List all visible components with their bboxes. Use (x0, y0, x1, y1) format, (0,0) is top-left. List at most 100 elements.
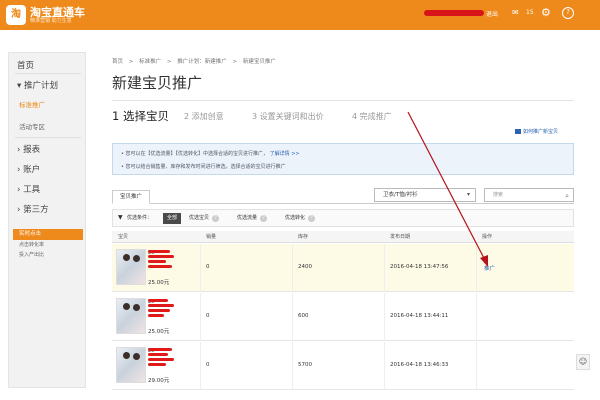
divider (384, 244, 385, 292)
tip-text: 您可以在【优选流量】【优选转化】中选择合适的宝贝进行推广， (125, 151, 269, 157)
search-icon[interactable]: ⌕ (565, 190, 569, 202)
column-header-stock[interactable]: 库存 (298, 233, 308, 240)
table-row[interactable]: 20 25.00元 0 2400 2016-04-18 13:47:56 推广 (112, 244, 574, 292)
table-row[interactable]: 20 25.00元 0 600 2016-04-18 13:44:11 (112, 293, 574, 341)
breadcrumb-home[interactable]: 首页 (112, 59, 123, 65)
chevron-down-icon: ▾ (466, 191, 470, 198)
search-input[interactable]: 搜索 ⌕ (484, 188, 574, 202)
sidebar-subitem-standard[interactable]: 标准推广 (19, 99, 45, 109)
sidebar-item-label: 工具 (23, 185, 41, 195)
question-icon[interactable]: ? (212, 215, 220, 222)
item-price: 25.00元 (148, 280, 170, 286)
learn-more-link[interactable]: 了解详情 >> (270, 151, 300, 157)
column-header-action: 操作 (482, 234, 493, 240)
how-to-promote-label: 如何推广新宝贝 (523, 129, 559, 135)
date-value: 2016-04-18 13:44:11 (390, 313, 449, 319)
divider (476, 244, 477, 292)
filter-chip-preferred-conversion[interactable]: 优选转化? (281, 213, 319, 224)
sidebar-item-tools[interactable]: › 工具 (17, 183, 40, 195)
gear-icon[interactable]: ⚙ (541, 7, 551, 19)
step-keywords-bid: 3 设置关键词和出价 (252, 112, 324, 121)
chip-label: 优选宝贝 (189, 215, 210, 221)
divider (200, 342, 201, 390)
filter-chip-preferred-traffic[interactable]: 优选流量? (233, 213, 271, 224)
divider (292, 244, 293, 292)
question-icon[interactable]: ? (308, 215, 316, 222)
sidebar-subitem-events[interactable]: 活动专区 (19, 121, 45, 131)
logout-link[interactable]: 退出 (486, 9, 498, 18)
divider (384, 342, 385, 390)
page-title: 新建宝贝推广 (112, 74, 203, 92)
column-header-item: 宝贝 (118, 234, 129, 240)
divider (476, 293, 477, 341)
sidebar-item-campaigns[interactable]: ▾ 推广计划 (17, 79, 58, 91)
divider (112, 100, 574, 101)
sidebar: 首页 ▾ 推广计划 标准推广 活动专区 › 报表 › 账户 › 工具 › 第三方… (8, 52, 86, 388)
sidebar-item-label: 报表 (23, 145, 41, 155)
sales-value: 0 (206, 313, 210, 319)
item-price: 25.00元 (148, 329, 170, 335)
tip-line: • 您可以结合销售量、库存和发布时间进行筛选，选择合适的宝贝进行推广 (121, 164, 286, 170)
divider (200, 244, 201, 292)
step-select-item: 1 选择宝贝 (112, 109, 169, 123)
breadcrumb-plan[interactable]: 推广计划：新建推广 (177, 59, 227, 65)
top-bar: 淘 淘宝直通车 精准营销 助力生意 退出 ✉ 15 ⚙ ? (0, 0, 600, 30)
sales-value: 0 (206, 362, 210, 368)
how-to-promote-link[interactable]: 如何推广新宝贝 (515, 128, 558, 135)
redacted-title (148, 348, 174, 374)
breadcrumb-current: 新建宝贝推广 (242, 59, 276, 65)
mail-icon[interactable]: ✉ (512, 8, 524, 18)
breadcrumb-separator: > (232, 59, 238, 65)
breadcrumb-standard[interactable]: 标准推广 (139, 59, 161, 65)
filter-bar: ▼ 优选条件： 全部 优选宝贝? 优选流量? 优选转化? (112, 209, 574, 227)
divider (384, 293, 385, 341)
filter-chip-all[interactable]: 全部 (163, 213, 182, 224)
breadcrumb: 首页 > 标准推广 > 推广计划：新建推广 > 新建宝贝推广 (112, 57, 280, 65)
chip-label: 优选转化 (285, 215, 306, 221)
divider (15, 137, 81, 138)
chip-label: 优选流量 (237, 215, 258, 221)
realtime-panel[interactable]: 实时点击 点击转化率 投入产出比 (13, 229, 83, 269)
filter-chip-preferred-items[interactable]: 优选宝贝? (185, 213, 223, 224)
divider (200, 293, 201, 341)
tip-line: • 您可以在【优选流量】【优选转化】中选择合适的宝贝进行推广， 了解详情 >> (121, 151, 300, 157)
step-complete: 4 完成推广 (352, 112, 392, 121)
customer-service-icon[interactable]: ☺ (576, 354, 590, 370)
breadcrumb-separator: > (128, 59, 134, 65)
table-header: 宝贝 销量 库存 发布日期 操作 (112, 231, 574, 243)
divider (476, 342, 477, 390)
sidebar-item-label: 第三方 (23, 205, 49, 215)
sidebar-item-home[interactable]: 首页 (17, 59, 34, 71)
sidebar-item-label: 账户 (23, 165, 41, 175)
item-thumbnail[interactable] (116, 249, 146, 285)
column-header-sales[interactable]: 销量 (206, 233, 216, 240)
sales-value: 0 (206, 264, 210, 270)
item-price: 29.00元 (148, 378, 170, 384)
divider (292, 342, 293, 390)
item-thumbnail[interactable] (116, 347, 146, 383)
item-thumbnail[interactable] (116, 298, 146, 334)
category-select[interactable]: 卫衣/T恤/衬衫 ▾ (374, 188, 476, 202)
tab-item-promotion[interactable]: 宝贝推广 (112, 190, 150, 204)
sidebar-item-account[interactable]: › 账户 (17, 163, 40, 175)
realtime-metric: 点击转化率 (19, 242, 45, 248)
app-logo[interactable]: 淘 淘宝直通车 精准营销 助力生意 (6, 3, 94, 27)
promote-link[interactable]: 推广 (484, 264, 495, 272)
question-icon[interactable]: ? (260, 215, 268, 222)
sidebar-item-reports[interactable]: › 报表 (17, 143, 40, 155)
table-row[interactable]: 20 29.00元 0 5700 2016-04-18 13:46:33 (112, 342, 574, 390)
date-value: 2016-04-18 13:47:56 (390, 264, 449, 270)
filter-label: 优选条件： (127, 215, 153, 221)
message-count: 15 (526, 9, 534, 16)
divider (15, 73, 81, 74)
redacted-username (424, 10, 484, 16)
stock-value: 2400 (298, 264, 312, 270)
stock-value: 600 (298, 313, 309, 319)
column-header-date[interactable]: 发布日期 (390, 233, 410, 240)
sidebar-item-third-party[interactable]: › 第三方 (17, 203, 49, 215)
divider (112, 203, 574, 204)
stock-value: 5700 (298, 362, 312, 368)
help-icon[interactable]: ? (562, 7, 574, 19)
divider (292, 293, 293, 341)
filter-icon: ▼ (118, 214, 123, 221)
